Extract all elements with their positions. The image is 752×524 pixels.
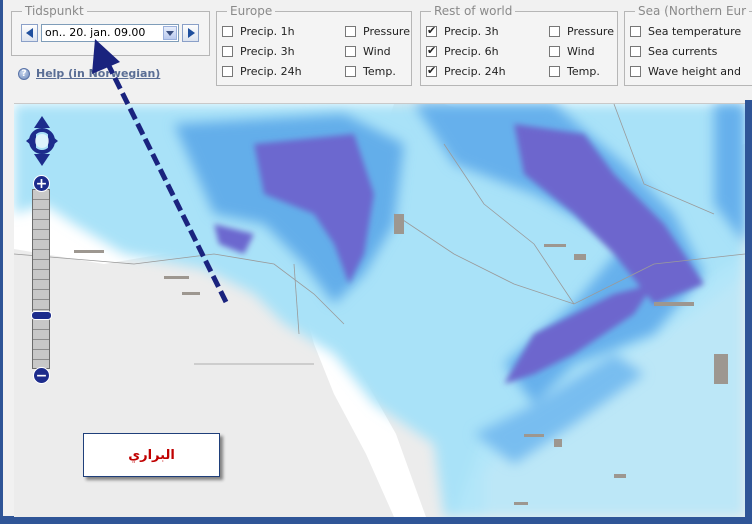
rest-of-world-option[interactable]: Precip. 24h bbox=[426, 64, 506, 78]
checkbox[interactable] bbox=[630, 46, 641, 57]
window-frame-bottom bbox=[0, 516, 752, 524]
checkbox-label: Precip. 3h bbox=[240, 45, 295, 58]
rest-of-world-option[interactable]: Precip. 6h bbox=[426, 44, 499, 58]
rest-of-world-option[interactable]: Wind bbox=[549, 45, 595, 58]
sea-option[interactable]: Wave height and dir bbox=[630, 65, 745, 78]
checkbox-label: Precip. 6h bbox=[444, 45, 499, 58]
europe-legend: Europe bbox=[230, 4, 273, 18]
europe-option[interactable]: Temp. bbox=[345, 65, 396, 78]
checkbox-label: Precip. 24h bbox=[444, 65, 506, 78]
sea-option[interactable]: Sea currents bbox=[630, 45, 717, 58]
time-select[interactable]: on.. 20. jan. 09.00 bbox=[41, 24, 179, 42]
window-frame-left bbox=[0, 0, 3, 524]
checkbox[interactable] bbox=[549, 26, 560, 37]
caption-box: البراري bbox=[83, 433, 220, 477]
prev-time-button[interactable] bbox=[21, 24, 38, 42]
checkbox-label: Pressure bbox=[363, 25, 410, 38]
checkbox[interactable] bbox=[549, 46, 560, 57]
europe-option[interactable]: Pressure bbox=[345, 25, 410, 38]
pan-compass-icon[interactable] bbox=[24, 114, 60, 168]
chevron-down-icon[interactable] bbox=[163, 26, 177, 40]
zoom-slider-handle[interactable] bbox=[31, 311, 52, 320]
checkbox-label: Sea currents bbox=[648, 45, 718, 58]
checkbox[interactable] bbox=[426, 24, 437, 37]
checkbox-label: Temp. bbox=[363, 65, 396, 78]
checkbox-label: Precip. 3h bbox=[444, 25, 499, 38]
checkbox[interactable] bbox=[345, 66, 356, 77]
window-frame-right bbox=[745, 100, 752, 524]
checkbox[interactable] bbox=[630, 66, 641, 77]
checkbox[interactable] bbox=[222, 26, 233, 37]
rest-of-world-option[interactable]: Pressure bbox=[549, 25, 614, 38]
europe-option[interactable]: Wind bbox=[345, 45, 391, 58]
arrow-right-icon bbox=[188, 28, 195, 38]
checkbox-label: Wind bbox=[567, 45, 595, 58]
arrow-left-icon bbox=[26, 28, 33, 38]
checkbox[interactable] bbox=[222, 46, 233, 57]
checkbox[interactable] bbox=[222, 66, 233, 77]
help-icon[interactable]: ? bbox=[18, 68, 30, 80]
checkbox-label: Precip. 1h bbox=[240, 25, 295, 38]
rest-of-world-legend: Rest of world bbox=[434, 4, 513, 18]
checkbox-label: Pressure bbox=[567, 25, 614, 38]
tidspunkt-legend: Tidspunkt bbox=[25, 4, 84, 18]
checkbox[interactable] bbox=[549, 66, 560, 77]
time-select-value: on.. 20. jan. 09.00 bbox=[45, 26, 146, 39]
sea-legend: Sea (Northern Eur bbox=[638, 4, 747, 18]
checkbox[interactable] bbox=[426, 64, 437, 77]
checkbox[interactable] bbox=[630, 26, 641, 37]
zoom-out-button[interactable]: − bbox=[33, 367, 50, 384]
europe-option[interactable]: Precip. 24h bbox=[222, 65, 302, 78]
checkbox[interactable] bbox=[345, 46, 356, 57]
zoom-in-button[interactable]: + bbox=[33, 175, 50, 192]
rest-of-world-option[interactable]: Temp. bbox=[549, 65, 600, 78]
checkbox-label: Precip. 24h bbox=[240, 65, 302, 78]
checkbox-label: Wave height and dir bbox=[648, 65, 745, 78]
checkbox-label: Temp. bbox=[567, 65, 600, 78]
checkbox[interactable] bbox=[426, 44, 437, 57]
europe-option[interactable]: Precip. 3h bbox=[222, 45, 295, 58]
europe-option[interactable]: Precip. 1h bbox=[222, 25, 295, 38]
checkbox-label: Wind bbox=[363, 45, 391, 58]
next-time-button[interactable] bbox=[182, 24, 199, 42]
zoom-slider-track[interactable] bbox=[32, 189, 50, 369]
checkbox[interactable] bbox=[345, 26, 356, 37]
sea-option[interactable]: Sea temperature bbox=[630, 25, 741, 38]
checkbox-label: Sea temperature bbox=[648, 25, 742, 38]
help-link[interactable]: Help (in Norwegian) bbox=[36, 67, 160, 80]
caption-text: البراري bbox=[128, 447, 175, 463]
rest-of-world-option[interactable]: Precip. 3h bbox=[426, 24, 499, 38]
